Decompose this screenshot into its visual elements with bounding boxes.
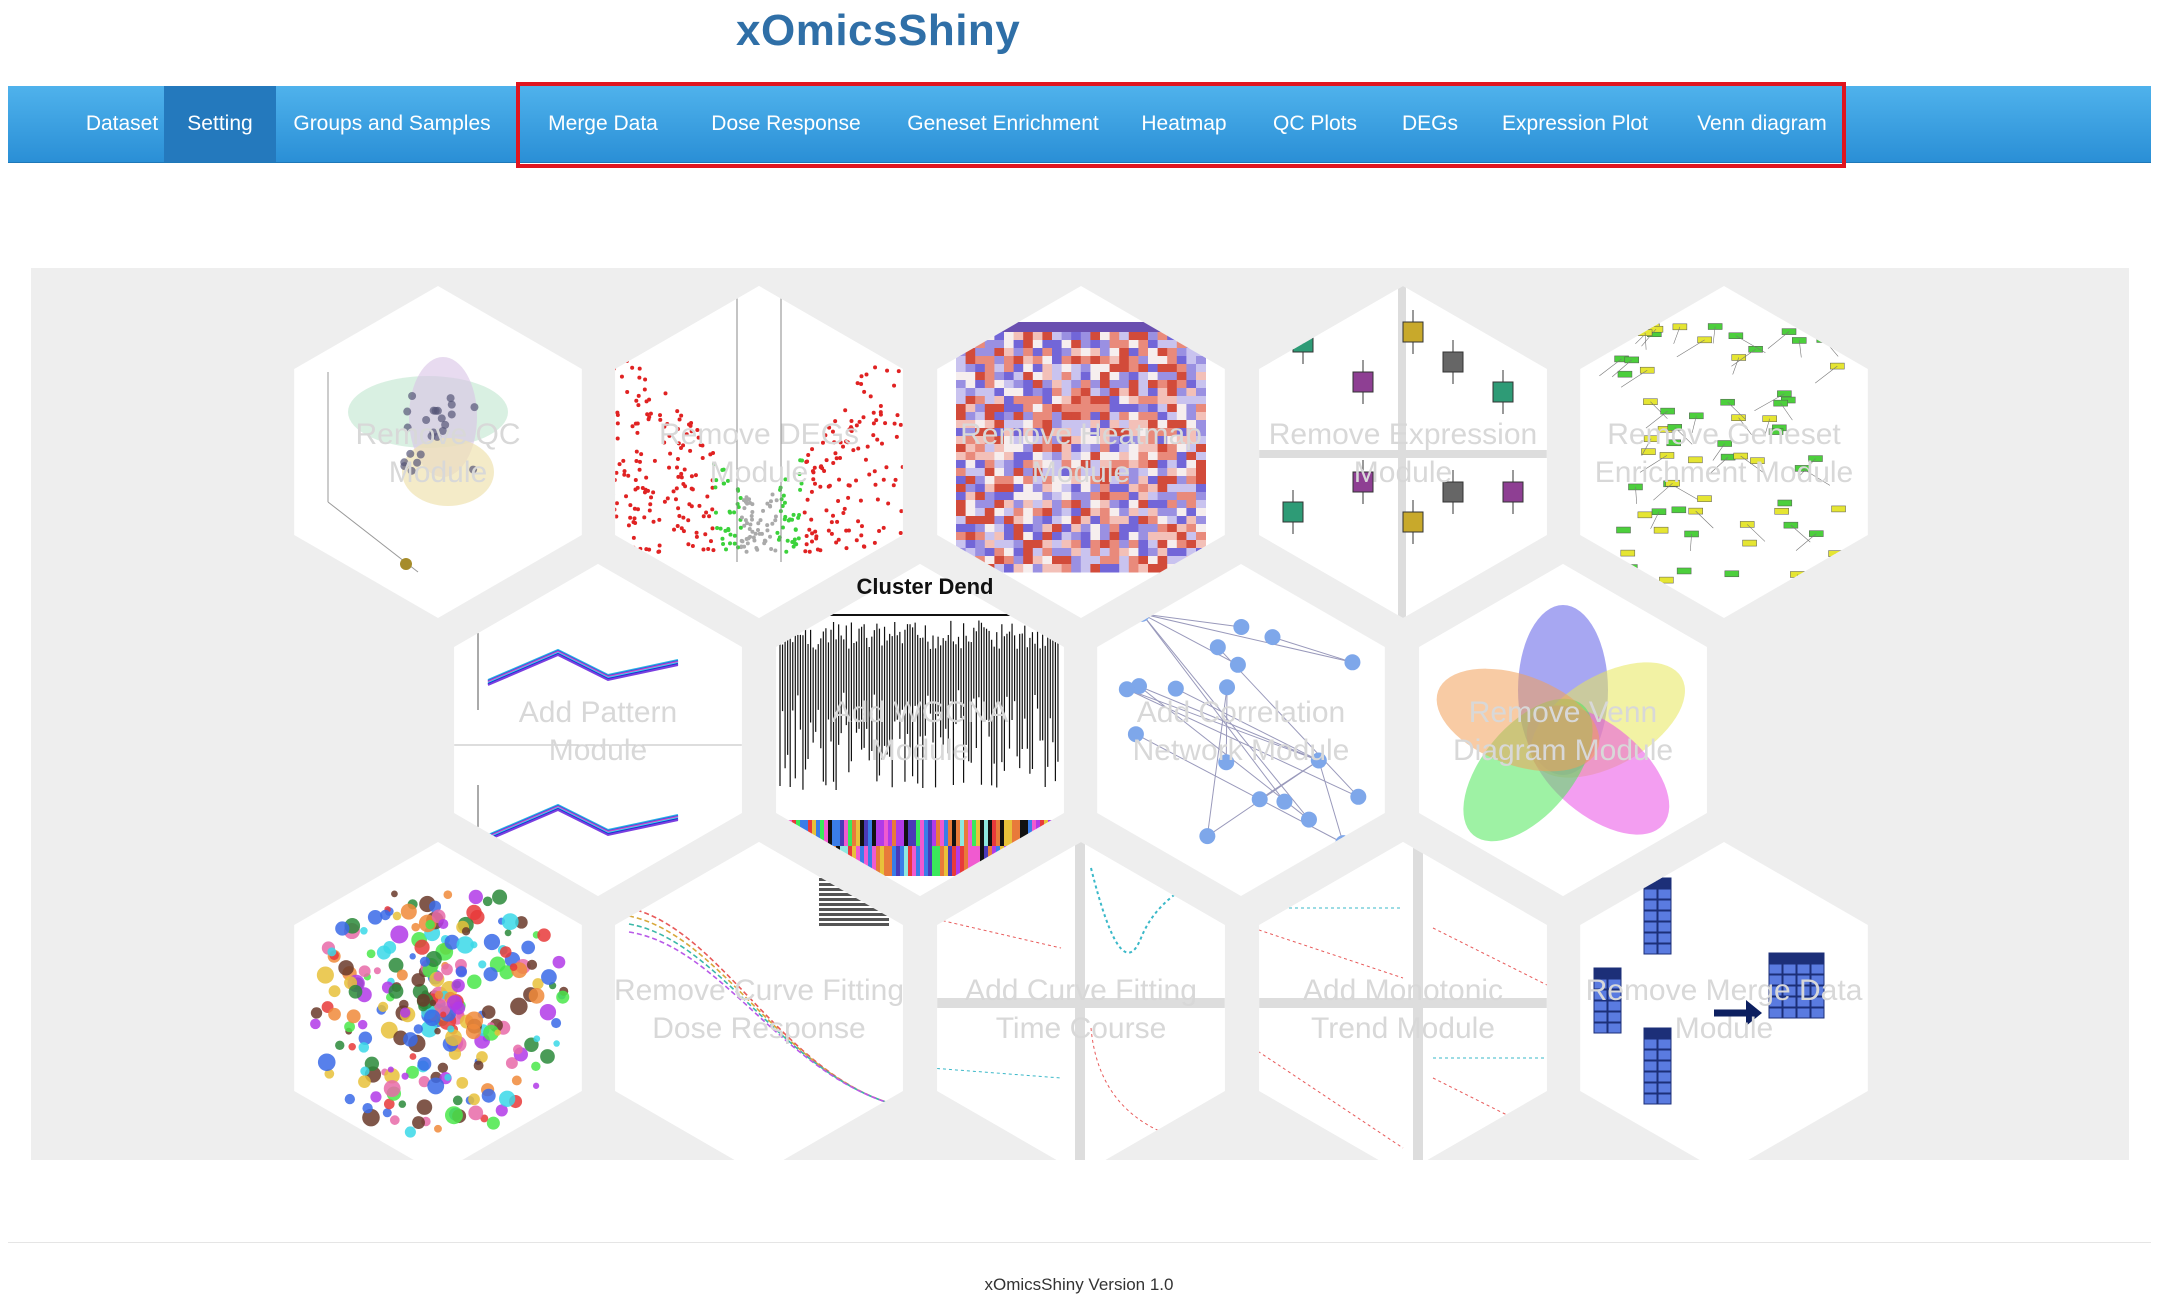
module-pathway-network[interactable] bbox=[294, 842, 582, 1160]
nav-groups-and-samples[interactable]: Groups and Samples bbox=[276, 86, 508, 162]
module-label: Remove Merge Data bbox=[1586, 974, 1863, 1007]
module-label: Add WGCNA bbox=[832, 696, 1009, 729]
module-heatmap[interactable]: Remove Heatmap Module bbox=[937, 286, 1225, 618]
module-label: Module bbox=[1675, 1012, 1773, 1045]
module-label: Module bbox=[1354, 456, 1452, 489]
module-correlation-network[interactable]: Add Correlation Network Module bbox=[1097, 564, 1385, 896]
module-wgcna[interactable]: Cluster Dend Add WGCNA Module bbox=[750, 560, 1090, 900]
module-label: Module bbox=[1032, 456, 1130, 489]
module-label: Module bbox=[710, 456, 808, 489]
nav-setting[interactable]: Setting bbox=[164, 86, 276, 162]
module-geneset[interactable]: Remove Geneset Enrichment Module bbox=[1580, 286, 1868, 618]
module-thumbnail bbox=[615, 286, 903, 618]
module-label: Network Module bbox=[1133, 734, 1350, 767]
nav-dataset[interactable]: Dataset bbox=[70, 86, 174, 162]
module-label: Module bbox=[549, 734, 647, 767]
module-thumbnail bbox=[454, 564, 742, 896]
module-label: Diagram Module bbox=[1453, 734, 1673, 767]
module-degs[interactable]: Remove DEGs Module bbox=[589, 282, 929, 622]
module-hex bbox=[1580, 286, 1868, 618]
module-venn[interactable]: Remove Venn Diagram Module bbox=[1393, 560, 1733, 900]
module-label: Module bbox=[389, 456, 487, 489]
footer-divider bbox=[8, 1242, 2151, 1243]
module-label: Remove DEGs bbox=[659, 418, 859, 451]
module-thumbnail-title: Cluster Dend bbox=[857, 574, 994, 599]
module-pattern[interactable]: Add Pattern Module bbox=[428, 560, 768, 900]
module-label: Trend Module bbox=[1311, 1012, 1495, 1045]
module-curve-fitting-time[interactable]: Add Curve Fitting Time Course bbox=[911, 838, 1251, 1160]
module-label: Remove QC bbox=[355, 418, 520, 451]
module-label: Add Monotonic bbox=[1303, 974, 1503, 1007]
module-label: Dose Response bbox=[652, 1012, 865, 1045]
module-hex-grid: Remove QCModuleRemove DEGsModuleRemove H… bbox=[294, 282, 1868, 1160]
module-gallery: Remove QC Module Remove DEGs Module Remove H… bbox=[31, 268, 2129, 1160]
module-label: Remove Venn bbox=[1469, 696, 1657, 729]
module-label: Module bbox=[871, 734, 969, 767]
module-thumbnail bbox=[1259, 286, 1547, 618]
module-thumbnail bbox=[776, 564, 1064, 896]
module-merge-data[interactable]: Remove Merge Data Module bbox=[1580, 842, 1868, 1160]
highlight-box bbox=[516, 82, 1846, 168]
module-expression[interactable]: Remove Expression Module bbox=[1233, 282, 1573, 622]
module-label: Add Pattern bbox=[519, 696, 677, 729]
module-label: Remove Geneset bbox=[1607, 418, 1841, 451]
module-label: Add Curve Fitting bbox=[965, 974, 1197, 1007]
module-label: Enrichment Module bbox=[1595, 456, 1853, 489]
module-label: Remove Curve Fitting bbox=[614, 974, 904, 1007]
module-qc[interactable]: Remove QC Module bbox=[294, 286, 582, 618]
module-thumbnail bbox=[1419, 564, 1707, 896]
footer-version: xOmicsShiny Version 1.0 bbox=[984, 1275, 1174, 1294]
app-title: xOmicsShiny bbox=[736, 6, 1021, 55]
module-label: Add Correlation bbox=[1137, 696, 1345, 729]
module-curve-fitting-dose[interactable]: Remove Curve Fitting Dose Response bbox=[589, 838, 929, 1160]
module-label: Time Course bbox=[996, 1012, 1167, 1045]
module-monotonic-trend[interactable]: Add Monotonic Trend Module bbox=[1233, 838, 1573, 1160]
module-label: Remove Heatmap bbox=[960, 418, 1202, 451]
module-label: Remove Expression bbox=[1269, 418, 1537, 451]
